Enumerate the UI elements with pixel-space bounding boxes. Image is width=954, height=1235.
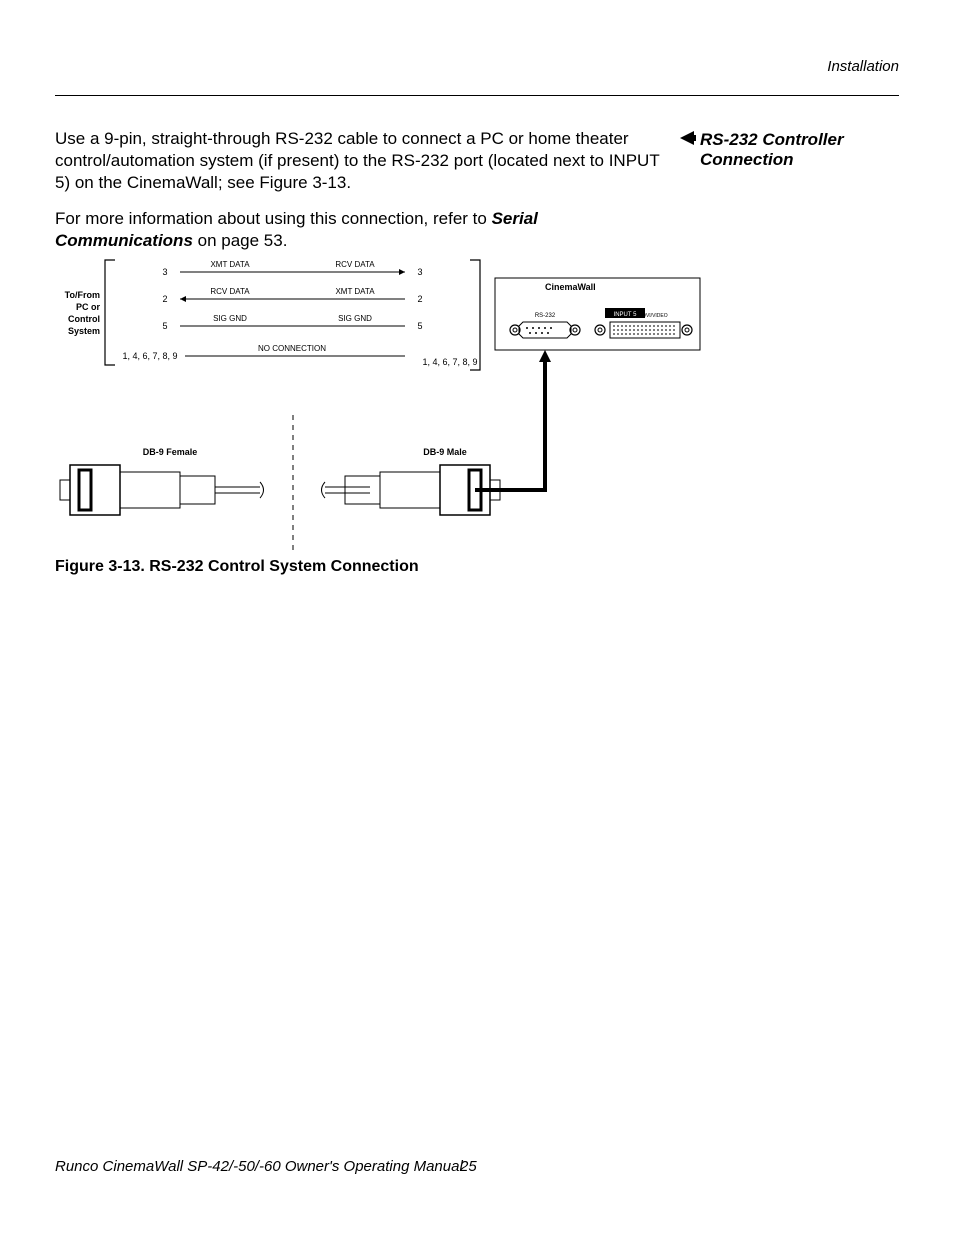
rcv-r: RCV DATA [335, 260, 375, 269]
db9m-lbl: DB-9 Male [423, 447, 467, 457]
figure-caption: Figure 3-13. RS-232 Control System Conne… [55, 558, 419, 576]
left-lbl-2: PC or [76, 302, 101, 312]
figure-diagram: To/From PC or Control System 3 2 5 1, 4,… [55, 250, 705, 550]
gnd-l: SIG GND [213, 314, 247, 323]
xmt-l: XMT DATA [210, 260, 250, 269]
footer-text: Runco CinemaWall SP-42/-50/-60 Owner's O… [55, 1158, 463, 1175]
header-rule [55, 95, 899, 96]
noconn: NO CONNECTION [258, 344, 326, 353]
sidehead-line1: RS-232 Controller [700, 130, 844, 149]
dvi-lbl: DVI/VIDEO [642, 313, 667, 319]
xmt-r: XMT DATA [335, 287, 375, 296]
pin5-l: 5 [162, 321, 167, 331]
sidehead-arrow-icon [680, 130, 696, 150]
pinrest-l: 1, 4, 6, 7, 8, 9 [122, 351, 177, 361]
pin5-r: 5 [417, 321, 422, 331]
db9-male-icon [322, 465, 501, 515]
input5-lbl: INPUT 5 [614, 312, 638, 318]
gnd-r: SIG GND [338, 314, 372, 323]
pin2-l: 2 [162, 294, 167, 304]
pin3-l: 3 [162, 267, 167, 277]
page-number: 25 [460, 1158, 477, 1175]
db9-female-icon [60, 465, 264, 515]
sidehead-line2: Connection [700, 150, 794, 169]
paragraph-2: For more information about using this co… [55, 208, 675, 252]
db9f-lbl: DB-9 Female [143, 447, 198, 457]
pinrest-r: 1, 4, 6, 7, 8, 9 [422, 357, 477, 367]
rcv-l: RCV DATA [210, 287, 250, 296]
paragraph-1: Use a 9-pin, straight-through RS-232 cab… [55, 128, 675, 194]
left-lbl-3: Control [68, 314, 100, 324]
side-heading: RS-232 Controller Connection [700, 130, 910, 170]
para2-c: on page 53. [193, 231, 288, 250]
header-section: Installation [827, 58, 899, 75]
cinemawall-label: CinemaWall [545, 282, 596, 292]
para2-a: For more information about using this co… [55, 209, 492, 228]
pin3-r: 3 [417, 267, 422, 277]
left-lbl-1: To/From [65, 290, 100, 300]
pin2-r: 2 [417, 294, 422, 304]
body-text: Use a 9-pin, straight-through RS-232 cab… [55, 128, 675, 252]
rs232-lbl: RS-232 [535, 313, 556, 319]
left-lbl-4: System [68, 326, 100, 336]
